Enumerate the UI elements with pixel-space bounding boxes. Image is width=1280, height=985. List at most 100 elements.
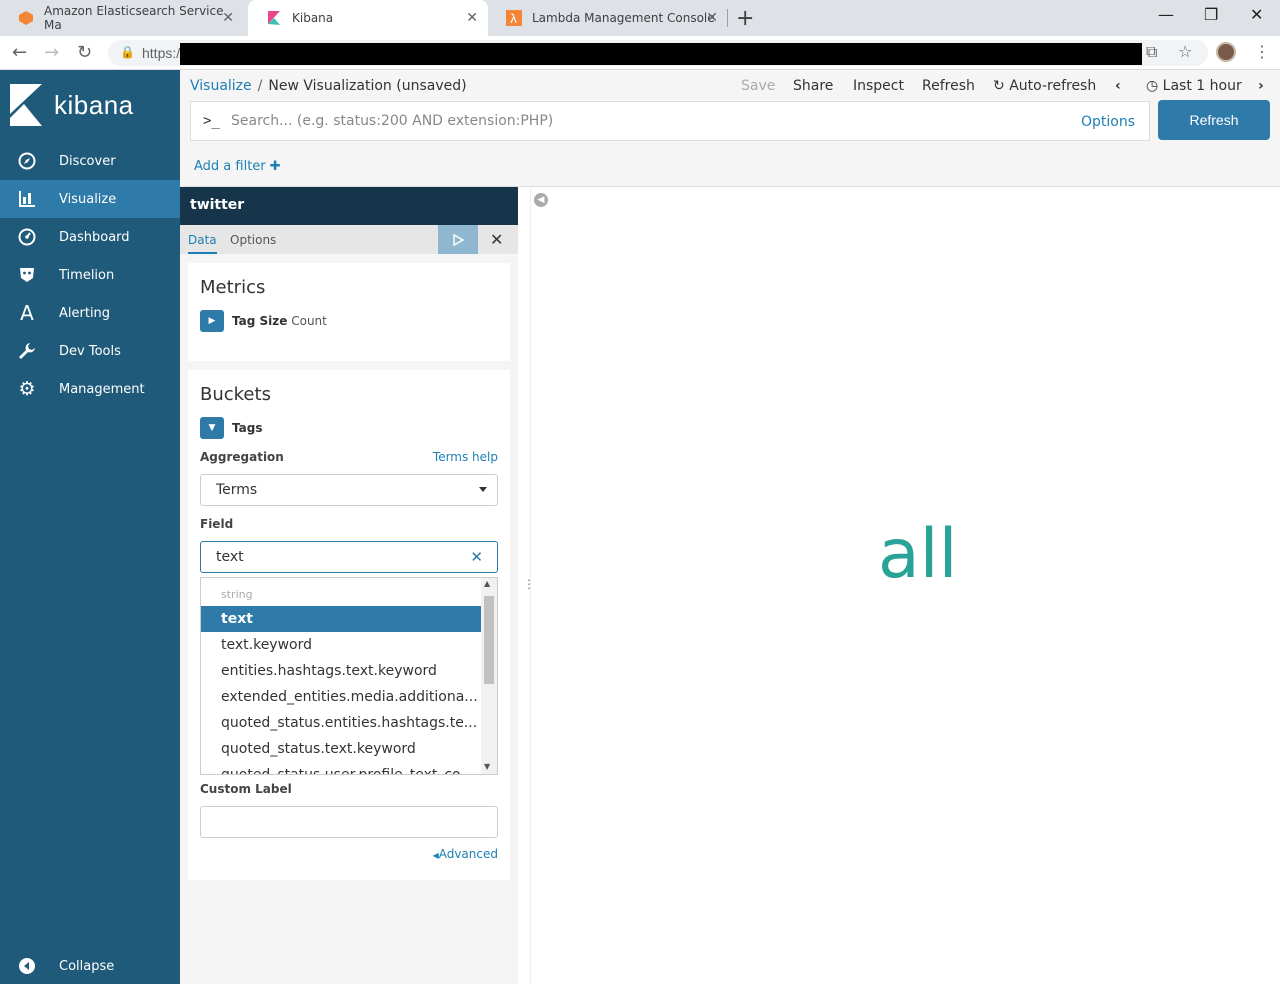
time-label: Last 1 hour bbox=[1162, 78, 1242, 94]
back-icon[interactable]: ← bbox=[12, 42, 27, 63]
dropdown-option[interactable]: entities.hashtags.text.keyword bbox=[201, 658, 481, 684]
sidebar-item-alerting[interactable]: A Alerting bbox=[0, 294, 180, 332]
translate-icon[interactable]: ⧉ bbox=[1146, 42, 1157, 62]
plus-icon: ✚ bbox=[269, 159, 281, 174]
breadcrumb: Visualize / New Visualization (unsaved) bbox=[190, 78, 467, 94]
browser-tab-elasticsearch[interactable]: Amazon Elasticsearch Service Ma ✕ bbox=[0, 0, 244, 36]
dropdown-option[interactable]: text bbox=[201, 606, 481, 632]
aggregation-label: Aggregation bbox=[200, 450, 284, 464]
add-filter-label: Add a filter bbox=[194, 159, 266, 174]
buckets-title: Buckets bbox=[200, 384, 271, 405]
sidebar-collapse[interactable]: Collapse bbox=[0, 947, 180, 985]
kibana-logo[interactable]: kibana bbox=[10, 84, 134, 126]
sidebar-item-label: Dashboard bbox=[59, 229, 130, 245]
share-button[interactable]: Share bbox=[793, 78, 833, 94]
collapse-icon bbox=[18, 957, 36, 975]
star-icon[interactable]: ☆ bbox=[1178, 42, 1192, 61]
dropdown-scrollbar[interactable]: ▲ ▼ bbox=[481, 578, 497, 774]
dropdown-option[interactable]: text.keyword bbox=[201, 632, 481, 658]
custom-label-input[interactable] bbox=[200, 806, 498, 838]
save-button[interactable]: Save bbox=[741, 78, 775, 94]
sidebar-item-discover[interactable]: Discover bbox=[0, 142, 180, 180]
inspect-button[interactable]: Inspect bbox=[853, 78, 904, 94]
close-window-icon[interactable]: ✕ bbox=[1250, 5, 1263, 24]
tab-title: Amazon Elasticsearch Service Ma bbox=[44, 4, 224, 32]
add-filter-button[interactable]: Add a filter ✚ bbox=[194, 159, 281, 174]
browser-tab-kibana[interactable]: Kibana ✕ bbox=[248, 0, 488, 36]
scrollbar-thumb[interactable] bbox=[484, 596, 494, 684]
redacted-url bbox=[180, 43, 1142, 65]
clear-field-icon[interactable]: ✕ bbox=[470, 548, 483, 566]
advanced-toggle[interactable]: ◀Advanced bbox=[433, 847, 498, 861]
time-picker[interactable]: ◷ Last 1 hour bbox=[1146, 78, 1242, 94]
forward-icon[interactable]: → bbox=[44, 42, 59, 63]
close-tab-icon[interactable]: ✕ bbox=[706, 10, 718, 26]
field-dropdown: string text text.keyword entities.hashta… bbox=[200, 577, 498, 775]
sidebar-item-label: Dev Tools bbox=[59, 343, 121, 359]
menu-icon[interactable]: ⋮ bbox=[1254, 42, 1270, 61]
tab-title: Kibana bbox=[292, 11, 334, 25]
tab-separator bbox=[727, 9, 728, 27]
page-title: New Visualization (unsaved) bbox=[268, 78, 467, 94]
new-tab-icon[interactable]: + bbox=[736, 6, 754, 31]
sidebar-item-label: Management bbox=[59, 381, 145, 397]
sidebar-item-management[interactable]: ⚙ Management bbox=[0, 370, 180, 408]
terms-help-link[interactable]: Terms help bbox=[433, 450, 498, 464]
dropdown-option[interactable]: quoted_status.entities.hashtags.te... bbox=[201, 710, 481, 736]
field-value: text bbox=[216, 549, 244, 565]
auto-refresh-button[interactable]: ↻ Auto-refresh bbox=[993, 78, 1096, 94]
aggregation-select[interactable]: Terms bbox=[200, 474, 498, 506]
restore-icon[interactable]: ❐ bbox=[1204, 5, 1218, 24]
sidebar-item-dashboard[interactable]: Dashboard bbox=[0, 218, 180, 256]
close-tab-icon[interactable]: ✕ bbox=[466, 10, 478, 26]
metrics-title: Metrics bbox=[200, 277, 266, 298]
resize-handle-icon[interactable]: ⋮ bbox=[523, 577, 535, 591]
dropdown-option[interactable]: quoted_status.text.keyword bbox=[201, 736, 481, 762]
dropdown-option[interactable]: quoted_status.user.profile_text_co... bbox=[201, 762, 481, 774]
avatar[interactable] bbox=[1216, 42, 1236, 62]
refresh-button[interactable]: Refresh bbox=[1158, 100, 1270, 140]
metric-agg-label: Tag Size Count bbox=[232, 314, 327, 328]
sidebar-item-label: Timelion bbox=[59, 267, 115, 283]
lambda-icon: λ bbox=[506, 10, 522, 26]
search-placeholder: Search... (e.g. status:200 AND extension… bbox=[231, 113, 554, 129]
kibana-icon bbox=[266, 10, 282, 26]
scroll-down-icon[interactable]: ▼ bbox=[484, 762, 490, 771]
tab-data[interactable]: Data bbox=[188, 233, 217, 254]
browser-tab-lambda[interactable]: λ Lambda Management Console ✕ bbox=[488, 0, 728, 36]
sidebar-item-visualize[interactable]: Visualize bbox=[0, 180, 180, 218]
search-options-button[interactable]: Options bbox=[1081, 114, 1135, 130]
time-forward-icon[interactable]: › bbox=[1258, 78, 1264, 94]
svg-text:λ: λ bbox=[510, 12, 517, 26]
search-input[interactable]: >_ Search... (e.g. status:200 AND extens… bbox=[190, 101, 1150, 141]
time-back-icon[interactable]: ‹ bbox=[1115, 78, 1121, 94]
bar-chart-icon bbox=[18, 190, 36, 208]
logo-text: kibana bbox=[54, 89, 134, 120]
tab-options[interactable]: Options bbox=[230, 233, 276, 247]
close-tab-icon[interactable]: ✕ bbox=[222, 10, 234, 26]
dropdown-option[interactable]: extended_entities.media.additiona... bbox=[201, 684, 481, 710]
sidebar-item-label: Visualize bbox=[59, 191, 117, 207]
apply-changes-button[interactable] bbox=[438, 225, 478, 254]
scroll-up-icon[interactable]: ▲ bbox=[484, 579, 490, 588]
sidebar-item-dev-tools[interactable]: Dev Tools bbox=[0, 332, 180, 370]
refresh-link[interactable]: Refresh bbox=[922, 78, 975, 94]
metric-agg-type: Count bbox=[291, 314, 327, 328]
discard-changes-icon[interactable]: ✕ bbox=[490, 230, 503, 249]
wrench-icon bbox=[18, 342, 36, 360]
minimize-icon[interactable]: — bbox=[1158, 5, 1174, 24]
expand-metric-button[interactable]: ▶ bbox=[200, 310, 224, 332]
aggregation-value: Terms bbox=[216, 482, 258, 498]
field-label: Field bbox=[200, 517, 234, 531]
chevron-down-icon bbox=[479, 487, 487, 492]
collapse-editor-icon[interactable]: ◀ bbox=[534, 193, 548, 207]
browser-tab-bar: Amazon Elasticsearch Service Ma ✕ Kibana… bbox=[0, 0, 1280, 36]
bucket-agg-name: Tags bbox=[232, 421, 263, 435]
breadcrumb-visualize[interactable]: Visualize bbox=[190, 78, 252, 94]
sidebar-item-timelion[interactable]: Timelion bbox=[0, 256, 180, 294]
field-combobox-input[interactable]: text ✕ bbox=[200, 541, 498, 573]
caret-right-icon: ▶ bbox=[208, 316, 216, 326]
metric-value: all bbox=[878, 515, 958, 594]
collapse-bucket-button[interactable]: ▼ bbox=[200, 417, 224, 439]
reload-icon[interactable]: ↻ bbox=[77, 42, 92, 63]
